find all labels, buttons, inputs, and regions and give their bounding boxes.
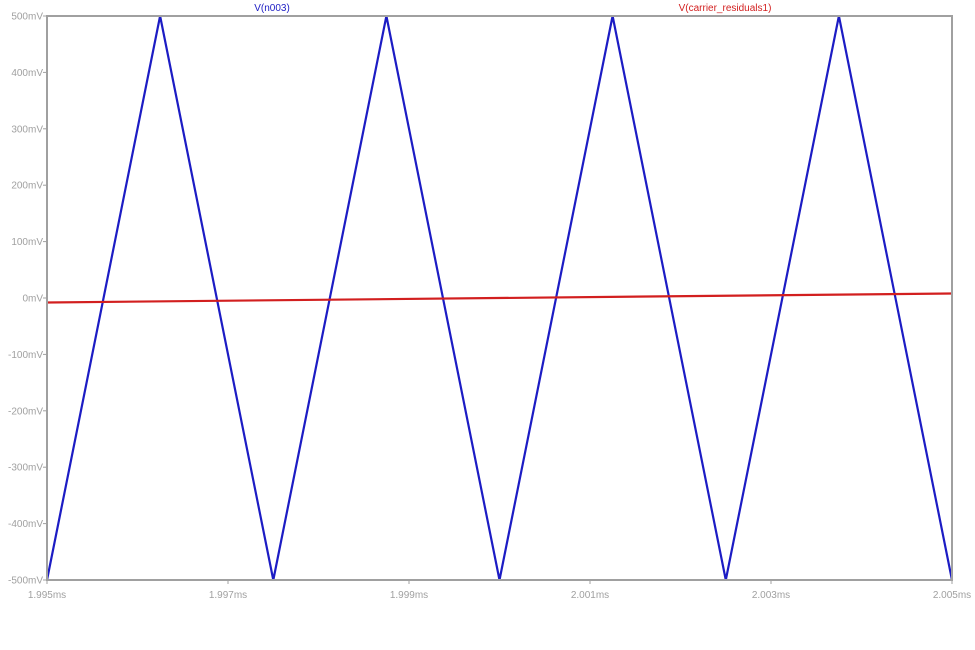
- y-tick-label: -200mV: [8, 406, 43, 417]
- y-tick-label: 500mV: [11, 12, 43, 23]
- y-tick-label: 300mV: [11, 124, 43, 135]
- x-tick-label: 2.005ms: [933, 590, 971, 601]
- y-tick-label: -500mV: [8, 576, 43, 587]
- legend: V(n003) V(carrier_residuals1): [254, 3, 771, 14]
- series-area: [45, 15, 954, 581]
- y-tick-label: -300mV: [8, 463, 43, 474]
- legend-entry: V(n003): [254, 3, 290, 14]
- y-tick-label: 0mV: [22, 294, 43, 305]
- x-tick-label: 1.995ms: [28, 590, 66, 601]
- y-tick-label: 200mV: [11, 181, 43, 192]
- x-tick-label: 1.997ms: [209, 590, 247, 601]
- legend-entry: V(carrier_residuals1): [679, 3, 772, 14]
- x-tick-label: 2.003ms: [752, 590, 790, 601]
- y-tick-label: 400mV: [11, 68, 43, 79]
- x-tick-label: 2.001ms: [571, 590, 609, 601]
- series-line-1: [46, 292, 953, 304]
- axis-ticks: 500mV 400mV 300mV 200mV 100mV 0mV -100mV -200mV…: [8, 12, 971, 602]
- y-tick-label: 100mV: [11, 237, 43, 248]
- y-tick-label: -100mV: [8, 350, 43, 361]
- y-tick-label: -400mV: [8, 519, 43, 530]
- x-tick-label: 1.999ms: [390, 590, 428, 601]
- waveform-plot: V(n003) V(carrier_residuals1) 500mV 400mV 3…: [8, 3, 971, 602]
